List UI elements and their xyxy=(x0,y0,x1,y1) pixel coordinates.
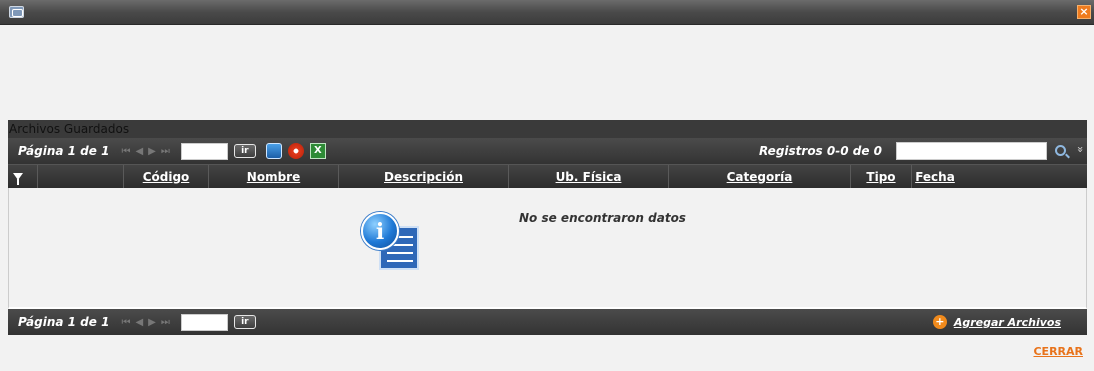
close-icon[interactable]: × xyxy=(1077,5,1091,19)
add-icon[interactable]: + xyxy=(932,315,947,329)
pager-nav-bottom: ⏮ ◀ ▶ ⏭ xyxy=(121,317,174,328)
prev-page-icon[interactable]: ◀ xyxy=(135,317,143,328)
page-indicator: Página 1 de 1 xyxy=(18,144,110,158)
header-ub-fisica[interactable]: Ub. Física xyxy=(509,165,669,188)
header-codigo[interactable]: Código xyxy=(124,165,209,188)
header-nombre[interactable]: Nombre xyxy=(209,165,339,188)
pdf-icon[interactable] xyxy=(287,143,304,159)
first-page-icon[interactable]: ⏮ xyxy=(121,317,130,328)
print-icon[interactable] xyxy=(265,143,282,159)
filter-icon[interactable] xyxy=(13,173,23,185)
window-icon xyxy=(9,6,24,18)
add-files-link[interactable]: Agregar Archivos xyxy=(954,316,1061,329)
header-tipo[interactable]: Tipo xyxy=(851,165,912,188)
pager-nav: ⏮ ◀ ▶ ⏭ xyxy=(121,146,174,157)
add-files[interactable]: + Agregar Archivos xyxy=(932,315,1061,329)
prev-page-icon[interactable]: ◀ xyxy=(135,146,143,157)
header-filter[interactable] xyxy=(8,165,38,188)
info-icon: i xyxy=(361,212,425,272)
empty-message: No se encontraron datos xyxy=(519,211,686,225)
toolbar-icons: X xyxy=(265,143,332,159)
search-icon[interactable] xyxy=(1055,145,1066,156)
panel-title: Archivos Guardados xyxy=(8,120,1087,138)
header-blank xyxy=(38,165,124,188)
table-header: Código Nombre Descripción Ub. Física Cat… xyxy=(8,164,1087,188)
expand-icon[interactable]: » xyxy=(1074,146,1087,153)
next-page-icon[interactable]: ▶ xyxy=(148,317,156,328)
page-indicator-bottom: Página 1 de 1 xyxy=(18,315,110,329)
pager-bottom: Página 1 de 1 ⏮ ◀ ▶ ⏭ ir + Agregar Archi… xyxy=(8,309,1087,335)
page-number-input[interactable] xyxy=(180,142,228,160)
info-circle-icon: i xyxy=(361,212,399,250)
header-fecha[interactable]: Fecha xyxy=(912,165,958,188)
pager-top: Página 1 de 1 ⏮ ◀ ▶ ⏭ ir X Registros 0-0… xyxy=(8,138,1087,164)
excel-icon[interactable]: X xyxy=(309,143,326,159)
header-descripcion[interactable]: Descripción xyxy=(339,165,509,188)
first-page-icon[interactable]: ⏮ xyxy=(121,146,130,157)
go-button[interactable]: ir xyxy=(233,144,256,158)
saved-files-panel: Archivos Guardados Página 1 de 1 ⏮ ◀ ▶ ⏭… xyxy=(8,120,1087,335)
last-page-icon[interactable]: ⏭ xyxy=(161,146,170,157)
go-button-bottom[interactable]: ir xyxy=(233,315,256,329)
header-categoria[interactable]: Categoría xyxy=(669,165,851,188)
next-page-icon[interactable]: ▶ xyxy=(148,146,156,157)
close-button[interactable]: CERRAR xyxy=(1033,345,1083,358)
table-body: i No se encontraron datos xyxy=(8,188,1087,309)
window-titlebar: × xyxy=(0,0,1094,25)
last-page-icon[interactable]: ⏭ xyxy=(161,317,170,328)
search-input[interactable] xyxy=(896,142,1047,160)
page-number-input-bottom[interactable] xyxy=(180,313,228,331)
records-count: Registros 0-0 de 0 xyxy=(759,144,882,158)
